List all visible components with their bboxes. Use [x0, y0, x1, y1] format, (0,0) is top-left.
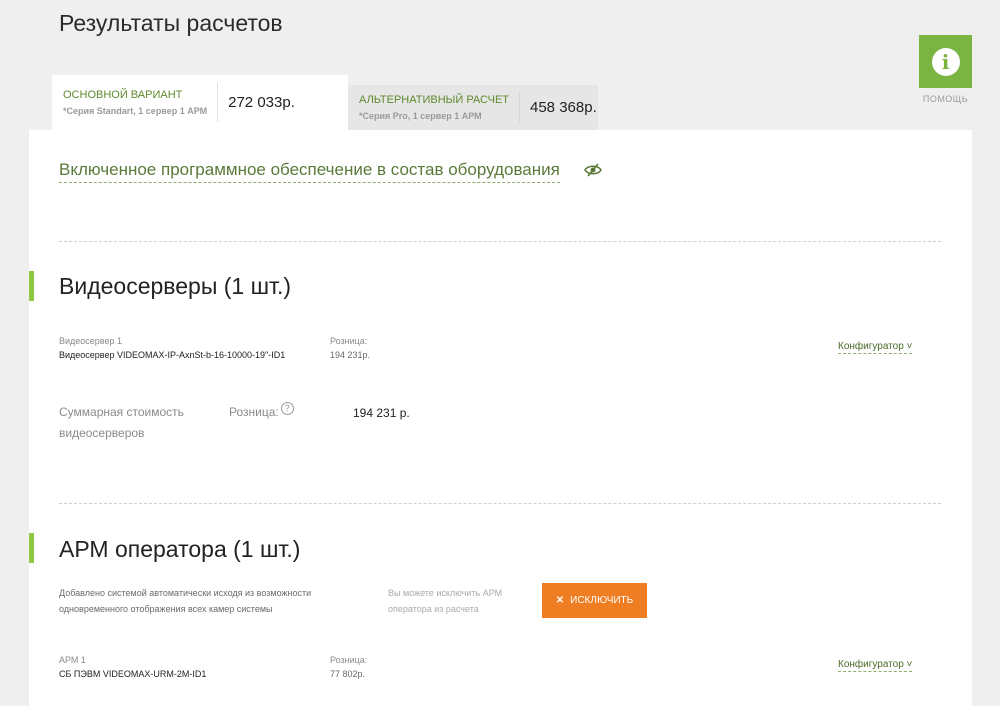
arm-hint-line1: Вы можете исключить АРМ: [388, 588, 503, 598]
software-link[interactable]: Включенное программное обеспечение в сос…: [59, 160, 560, 183]
chevron-down-icon: ˅: [903, 659, 913, 670]
arm-price-label: Розница:: [330, 655, 368, 665]
arm-item: АРМ 1 СБ ПЭВМ VIDEOMAX-URM-2M-ID1: [59, 655, 206, 679]
configurator-label: Конфигуратор: [838, 659, 904, 670]
videoserver-price: Розница: 194 231р.: [330, 336, 370, 360]
total-label-line2: видеосерверов: [59, 426, 145, 440]
help[interactable]: i ПОМОЩЬ: [919, 35, 972, 104]
total-price-label: Розница:: [229, 405, 279, 419]
tab-alternative[interactable]: АЛЬТЕРНАТИВНЫЙ РАСЧЕТ *Серия Pro, 1 серв…: [348, 85, 598, 130]
videoserver-item: Видеосервер 1 Видеосервер VIDEOMAX-IP-Ax…: [59, 336, 285, 360]
arm-name: СБ ПЭВМ VIDEOMAX-URM-2M-ID1: [59, 669, 207, 679]
tab-alt-name: АЛЬТЕРНАТИВНЫЙ РАСЧЕТ: [359, 94, 509, 106]
arm-hint-line2: оператора из расчета: [388, 604, 479, 614]
section-bar: [29, 271, 34, 301]
videoserver-price-value: 194 231р.: [330, 350, 371, 360]
divider: [59, 503, 941, 504]
tab-alt-text: АЛЬТЕРНАТИВНЫЙ РАСЧЕТ *Серия Pro, 1 серв…: [348, 94, 509, 121]
section-bar: [29, 533, 34, 563]
videoserver-name: Видеосервер VIDEOMAX-IP-AxnSt-b-16-10000…: [59, 350, 286, 360]
tab-separator: [519, 93, 520, 122]
videoservers-total-price-label: Розница:?: [229, 402, 294, 423]
arm-price-value: 77 802р.: [330, 669, 366, 679]
arm-note-line1: Добавлено системой автоматически исходя …: [59, 588, 312, 598]
videoservers-title: Видеосерверы (1 шт.): [59, 273, 292, 299]
tab-main-name: ОСНОВНОЙ ВАРИАНТ: [63, 89, 183, 101]
exclude-button-label: ИСКЛЮЧИТЬ: [570, 595, 634, 606]
configurator-label: Конфигуратор: [838, 341, 904, 352]
divider: [59, 241, 941, 242]
arm-label: АРМ 1: [59, 655, 86, 665]
tab-alt-price: 458 368р.: [530, 99, 597, 116]
eye-icon[interactable]: [584, 163, 602, 182]
results-panel: Включенное программное обеспечение в сос…: [29, 130, 972, 706]
total-label-line1: Суммарная стоимость: [59, 405, 184, 419]
arm-hint: Вы можете исключить АРМ оператора из рас…: [388, 585, 502, 617]
tab-main-text: ОСНОВНОЙ ВАРИАНТ *Серия Standart, 1 серв…: [52, 89, 207, 116]
chevron-down-icon: ˅: [903, 341, 913, 352]
videoserver-label: Видеосервер 1: [59, 336, 122, 346]
tab-separator: [217, 83, 219, 122]
videoserver-configurator[interactable]: Конфигуратор ˅: [838, 341, 913, 354]
arm-title: АРМ оператора (1 шт.): [59, 536, 301, 562]
tab-main-sub: *Серия Standart, 1 сервер 1 АРМ: [63, 106, 208, 116]
arm-note-line2: одновременного отображения всех камер си…: [59, 604, 273, 614]
help-button[interactable]: i: [919, 35, 972, 88]
exclude-button[interactable]: ✕ ИСКЛЮЧИТЬ: [542, 583, 647, 618]
tab-main-variant[interactable]: ОСНОВНОЙ ВАРИАНТ *Серия Standart, 1 серв…: [52, 75, 348, 130]
videoserver-price-label: Розница:: [330, 336, 368, 346]
info-icon: i: [931, 47, 960, 76]
videoservers-total-price: 194 231 р.: [353, 406, 410, 420]
arm-note: Добавлено системой автоматически исходя …: [59, 585, 311, 617]
help-question-icon[interactable]: ?: [280, 402, 294, 415]
tab-alt-sub: *Серия Pro, 1 сервер 1 АРМ: [359, 111, 482, 121]
arm-configurator[interactable]: Конфигуратор ˅: [838, 659, 913, 672]
help-label: ПОМОЩЬ: [922, 94, 969, 104]
page-title: Результаты расчетов: [59, 10, 283, 36]
videoservers-total-label: Суммарная стоимость видеосерверов: [59, 402, 184, 444]
arm-price: Розница: 77 802р.: [330, 655, 367, 679]
close-icon: ✕: [555, 595, 565, 606]
tab-main-price: 272 033р.: [228, 94, 295, 111]
